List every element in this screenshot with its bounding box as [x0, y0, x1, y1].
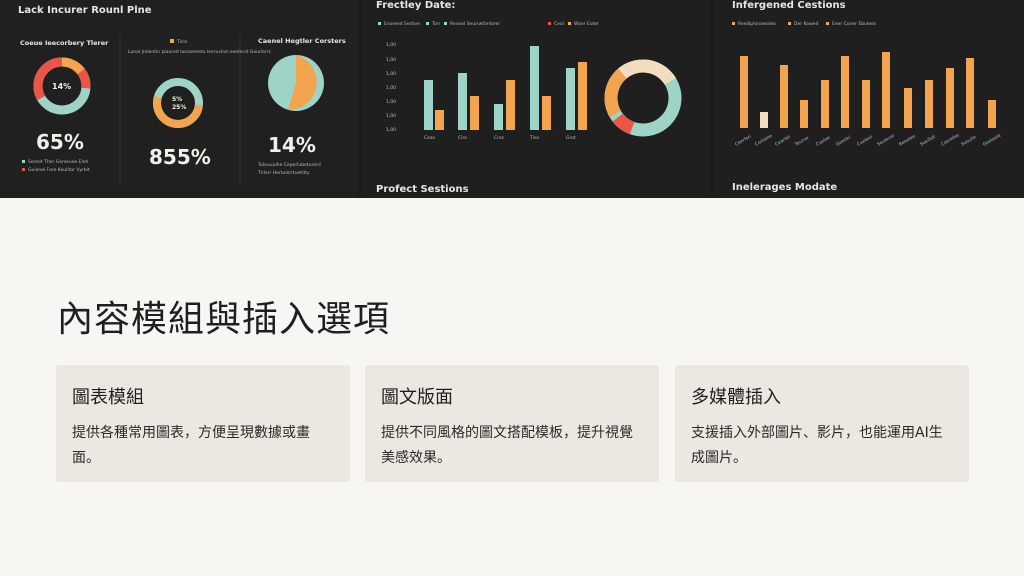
card-media-module: 多媒體插入 支援插入外部圖片、影片，也能運用AI生成圖片。 [675, 365, 969, 482]
dashboard-image: Lack Incurer Rounl Plne Coeue Ieecorbery… [0, 0, 1024, 198]
bar [988, 100, 996, 128]
bar [862, 80, 870, 128]
card-b-legend: Ticln [176, 39, 188, 45]
card-c-big-value: 14% [268, 133, 316, 157]
panel-3-title: Infergened Cestions [732, 0, 846, 11]
bar [904, 88, 912, 128]
dashboard-svg: Lack Incurer Rounl Plne Coeue Ieecorbery… [0, 0, 1024, 198]
panel-2-footer: Profect Sestions [376, 184, 469, 195]
x-tick: Grot [566, 135, 576, 141]
panel-2-legend-5: Woer Eoter [574, 21, 599, 27]
card-b-donut-label-2: 25% [172, 104, 186, 111]
bar [470, 96, 479, 130]
card-a-legend-2: Guienel Fore Keulitor Vyrbit [28, 167, 90, 173]
y-tick: 1,00 [386, 113, 396, 119]
y-tick: 1,00 [386, 42, 396, 48]
bar [542, 96, 551, 130]
card-c-pie [268, 55, 324, 111]
card-title: 圖文版面 [381, 387, 453, 408]
bar [760, 112, 768, 128]
legend-swatch [22, 168, 25, 171]
card-b-note: Lunal Jrolentin plaured lasroemetu leeru… [128, 49, 271, 55]
y-tick: 1,00 [386, 99, 396, 105]
card-c-label: Caenel Hegtler Corsters [258, 37, 346, 45]
panel-1-title: Lack Incurer Rounl Plne [18, 5, 152, 16]
y-tick: 1,00 [386, 57, 396, 63]
panel-3-legend-2: Der Kowed [794, 21, 818, 27]
card-chart-module: 圖表模組 提供各種常用圖表，方便呈現數據或畫面。 [56, 365, 350, 482]
y-tick: 1,00 [386, 71, 396, 77]
bar [740, 56, 748, 128]
panel-3-legend: Reelliphinoesdes Der Kowed Eeer Coner Eb… [732, 21, 877, 27]
panel-3-legend-1: Reelliphinoesdes [738, 21, 777, 27]
bar [780, 65, 788, 128]
legend-swatch [22, 160, 25, 163]
card-a-big-value: 65% [36, 130, 84, 154]
card-title: 多媒體插入 [691, 387, 781, 408]
card-c-legend-2: Tirlerr Hertulerrtuetitty [257, 170, 310, 176]
bar [800, 100, 808, 128]
panel-3-legend-3: Eeer Coner Ebulees [832, 21, 877, 27]
card-title: 圖表模組 [72, 387, 144, 408]
card-a-label: Coeue Ieecorbery Tlerer [20, 39, 109, 47]
page-title: 內容模組與插入選項 [57, 299, 391, 340]
card-description: 提供不同風格的圖文搭配模板，提升視覺美感效果。 [381, 425, 633, 466]
bar [578, 62, 587, 130]
bar [966, 58, 974, 128]
bar [821, 80, 829, 128]
card-layout-module: 圖文版面 提供不同風格的圖文搭配模板，提升視覺美感效果。 [365, 365, 659, 482]
bar [494, 104, 503, 130]
slide: Lack Incurer Rounl Plne Coeue Ieecorbery… [0, 0, 1024, 576]
card-description: 支援插入外部圖片、影片，也能運用AI生成圖片。 [691, 425, 943, 466]
card-c-legend-1: Tuleuuulhe Ceperlubeturerd [257, 162, 321, 168]
x-tick: Cros [494, 135, 505, 141]
bar [946, 68, 954, 128]
bar [530, 46, 539, 130]
panel-3-footer: Inelerages Modate [732, 182, 837, 193]
panel-2-legend-4: Ceol [554, 21, 564, 27]
card-a-legend-1: Soreot Ther Genleuoe Eleh [28, 159, 89, 165]
panel-2-title: Frectley Date: [376, 0, 455, 11]
bar [506, 80, 515, 130]
panel-2-legend-2: Torr [431, 21, 441, 27]
card-description: 提供各種常用圖表，方便呈現數據或畫面。 [72, 425, 310, 466]
x-tick: Ceas [424, 135, 436, 141]
bar [882, 52, 890, 128]
panel-2-legend-1: Enoreed Sertive [384, 21, 420, 27]
card-b-donut-label: 5% [172, 96, 182, 103]
bar [925, 80, 933, 128]
y-tick: 1,00 [386, 127, 396, 133]
bar [458, 73, 467, 130]
bar [424, 80, 433, 130]
bar [841, 56, 849, 128]
bar [566, 68, 575, 130]
bar [435, 110, 444, 130]
legend-swatch [170, 39, 174, 43]
x-tick: Ciro [458, 135, 467, 141]
card-b-big-value: 855% [149, 145, 211, 169]
x-tick: Ties [529, 135, 540, 141]
y-tick: 1,00 [386, 85, 396, 91]
panel-2-legend-3: Reveal Seurrwtimlorer [450, 21, 500, 27]
card-a-donut-label: 14% [52, 82, 71, 91]
